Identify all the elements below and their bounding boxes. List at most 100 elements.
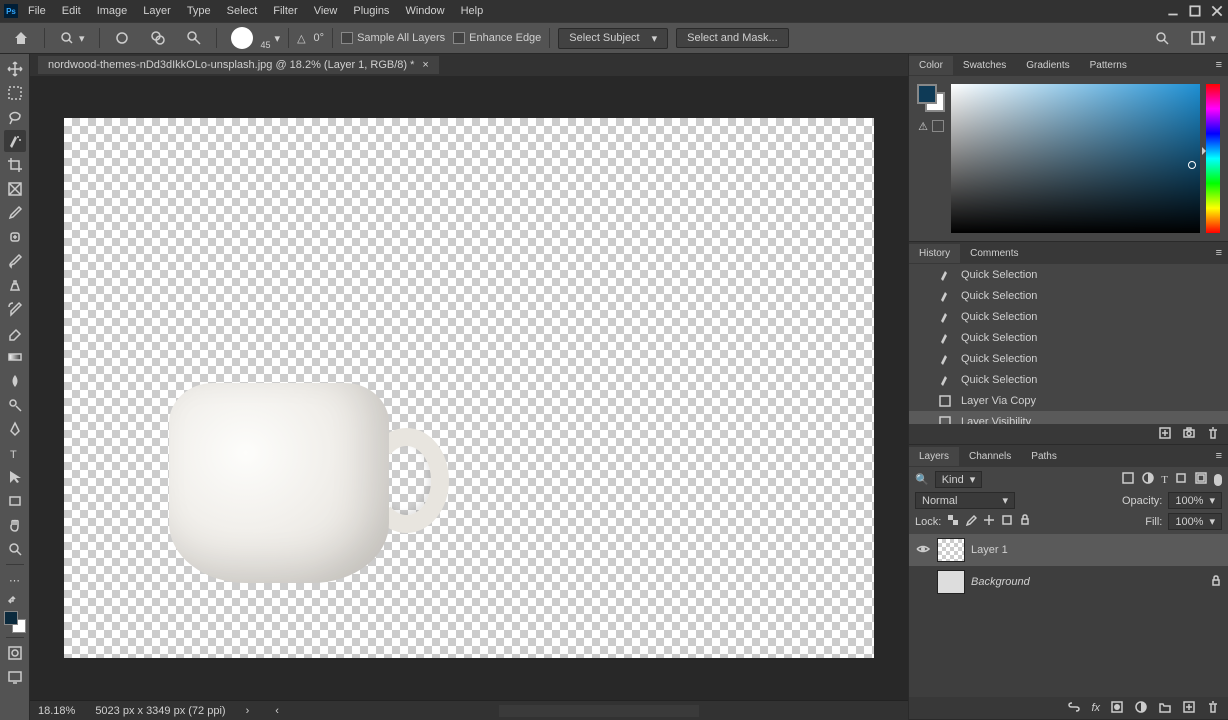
panel-menu-icon[interactable]: ≡ (1210, 247, 1228, 259)
adjustment-layer-icon[interactable] (1134, 700, 1148, 717)
history-state[interactable]: Quick Selection (909, 327, 1228, 348)
lock-all-icon[interactable] (1019, 514, 1031, 529)
enhance-edge-checkbox[interactable]: Enhance Edge (453, 32, 541, 44)
color-fg-bg-swatch[interactable] (917, 84, 945, 112)
delete-layer-icon[interactable] (1206, 700, 1220, 717)
history-state[interactable]: Quick Selection (909, 306, 1228, 327)
tab-color[interactable]: Color (909, 56, 953, 75)
eyedropper-tool[interactable] (4, 202, 26, 224)
hue-slider[interactable] (1206, 84, 1220, 233)
history-state[interactable]: Layer Via Copy (909, 390, 1228, 411)
menu-type[interactable]: Type (179, 2, 219, 20)
layer-thumbnail[interactable] (937, 538, 965, 562)
tool-preset-picker[interactable]: ▾ (53, 28, 91, 48)
history-state[interactable]: Quick Selection (909, 348, 1228, 369)
delete-state-icon[interactable] (1206, 426, 1220, 443)
create-document-from-state-icon[interactable] (1158, 426, 1172, 443)
brush-picker[interactable] (225, 25, 259, 51)
hand-tool[interactable] (4, 514, 26, 536)
tab-swatches[interactable]: Swatches (953, 56, 1016, 75)
new-selection-button[interactable] (108, 28, 136, 48)
maximize-button[interactable] (1188, 4, 1202, 18)
menu-layer[interactable]: Layer (135, 2, 179, 20)
link-layers-icon[interactable] (1067, 700, 1081, 717)
path-selection-tool[interactable] (4, 466, 26, 488)
lock-pixels-icon[interactable] (965, 514, 977, 529)
blend-mode-dropdown[interactable]: Normal▾ (915, 492, 1015, 509)
status-arrow-left-icon[interactable]: ‹ (275, 705, 279, 717)
visibility-toggle[interactable] (915, 542, 931, 559)
history-brush-tool[interactable] (4, 298, 26, 320)
brush-tool[interactable] (4, 250, 26, 272)
history-state[interactable]: Quick Selection (909, 285, 1228, 306)
tab-channels[interactable]: Channels (959, 447, 1021, 466)
artboard[interactable] (64, 118, 874, 658)
angle-value[interactable]: 0° (314, 32, 325, 44)
rectangle-tool[interactable] (4, 490, 26, 512)
crop-tool[interactable] (4, 154, 26, 176)
lock-transparency-icon[interactable] (947, 514, 959, 529)
move-tool[interactable] (4, 58, 26, 80)
layer-mask-icon[interactable] (1110, 700, 1124, 717)
pen-tool[interactable] (4, 418, 26, 440)
type-tool[interactable]: T (4, 442, 26, 464)
lock-artboard-icon[interactable] (1001, 514, 1013, 529)
minimize-button[interactable] (1166, 4, 1180, 18)
edit-toolbar-button[interactable]: ⋯ (4, 569, 26, 591)
blur-tool[interactable] (4, 370, 26, 392)
tab-paths[interactable]: Paths (1021, 447, 1067, 466)
warning-icon[interactable]: ⚠ (918, 120, 928, 133)
filter-shape-icon[interactable] (1174, 471, 1188, 488)
create-snapshot-icon[interactable] (1182, 426, 1196, 443)
frame-tool[interactable] (4, 178, 26, 200)
menu-filter[interactable]: Filter (265, 2, 305, 20)
quick-selection-tool[interactable] (4, 130, 26, 152)
status-arrow-icon[interactable]: › (246, 705, 250, 717)
filter-type-icon[interactable]: T (1161, 474, 1168, 486)
zoom-tool[interactable] (4, 538, 26, 560)
search-layers-icon[interactable]: 🔍 (915, 473, 929, 486)
menu-select[interactable]: Select (219, 2, 266, 20)
marquee-tool[interactable] (4, 82, 26, 104)
tab-history[interactable]: History (909, 244, 960, 263)
lasso-tool[interactable] (4, 106, 26, 128)
menu-window[interactable]: Window (397, 2, 452, 20)
spot-healing-tool[interactable] (4, 226, 26, 248)
menu-help[interactable]: Help (453, 2, 492, 20)
menu-view[interactable]: View (306, 2, 346, 20)
layer-row[interactable]: Layer 1 (909, 534, 1228, 566)
panel-menu-icon[interactable]: ≡ (1210, 450, 1228, 462)
foreground-background-colors[interactable] (4, 611, 26, 633)
color-field[interactable] (951, 84, 1200, 233)
quick-mask-button[interactable] (4, 642, 26, 664)
panel-menu-icon[interactable]: ≡ (1210, 59, 1228, 71)
filter-toggle-icon[interactable] (1214, 474, 1222, 486)
history-state[interactable]: Quick Selection (909, 264, 1228, 285)
fill-input[interactable]: 100%▾ (1168, 513, 1222, 530)
close-tab-icon[interactable]: × (422, 59, 428, 71)
swap-colors-icon[interactable] (4, 593, 26, 605)
layer-style-icon[interactable]: fx (1091, 702, 1100, 714)
document-dimensions[interactable]: 5023 px x 3349 px (72 ppi) (95, 705, 225, 717)
filter-adjustment-icon[interactable] (1141, 471, 1155, 488)
clone-stamp-tool[interactable] (4, 274, 26, 296)
menu-image[interactable]: Image (89, 2, 136, 20)
gradient-tool[interactable] (4, 346, 26, 368)
zoom-level[interactable]: 18.18% (38, 705, 75, 717)
history-state[interactable]: Layer Visibility (909, 411, 1228, 424)
layer-name[interactable]: Layer 1 (971, 544, 1008, 556)
menu-edit[interactable]: Edit (54, 2, 89, 20)
eraser-tool[interactable] (4, 322, 26, 344)
screen-mode-button[interactable] (4, 666, 26, 688)
close-button[interactable] (1210, 4, 1224, 18)
menu-plugins[interactable]: Plugins (345, 2, 397, 20)
canvas[interactable] (30, 76, 908, 700)
add-selection-button[interactable] (144, 28, 172, 48)
layer-row[interactable]: Background (909, 566, 1228, 598)
group-layers-icon[interactable] (1158, 700, 1172, 717)
filter-smart-icon[interactable] (1194, 471, 1208, 488)
menu-file[interactable]: File (20, 2, 54, 20)
opacity-input[interactable]: 100%▾ (1168, 492, 1222, 509)
workspace-switcher[interactable]: ▾ (1184, 28, 1222, 48)
horizontal-scrollbar[interactable] (499, 705, 699, 717)
